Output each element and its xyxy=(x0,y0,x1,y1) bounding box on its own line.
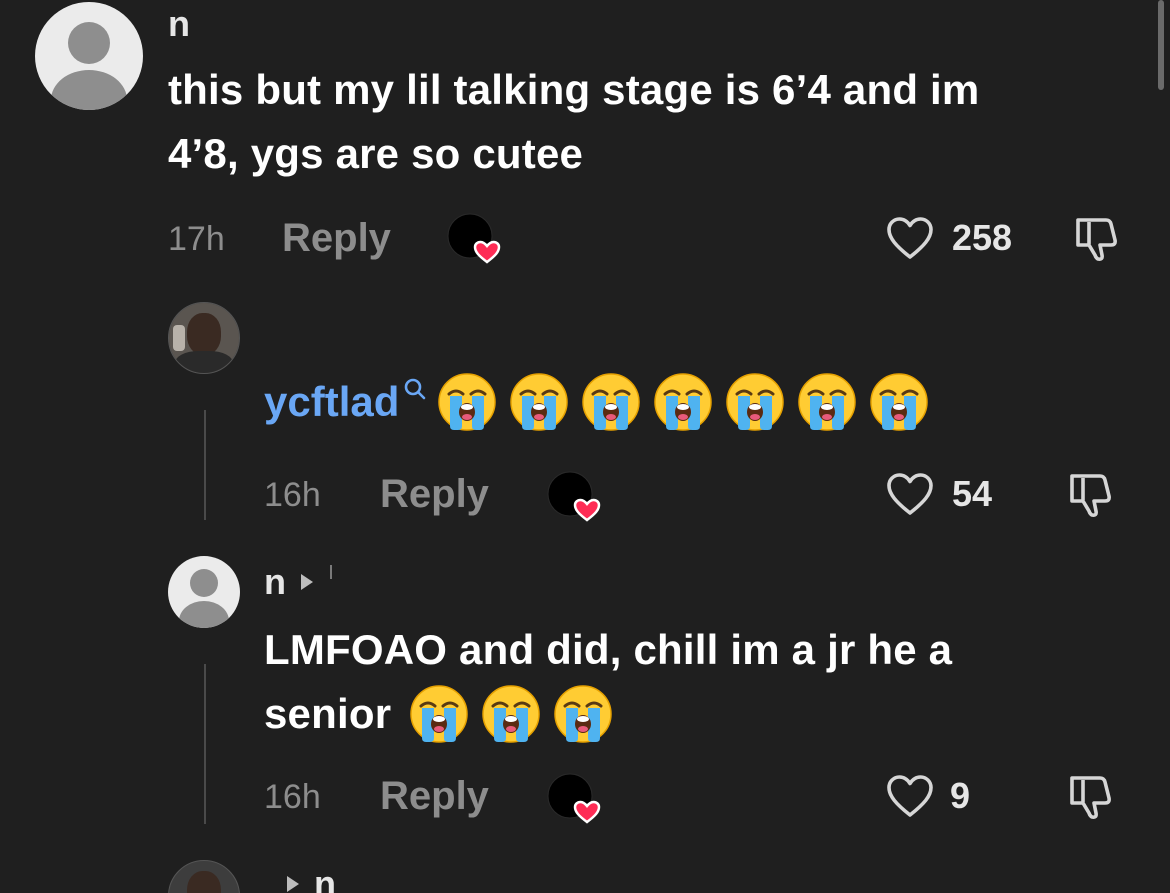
comment-username[interactable]: n xyxy=(168,6,190,42)
creator-heart-badge-icon xyxy=(546,470,604,528)
loudly-crying-face-emoji xyxy=(869,372,929,432)
loudly-crying-face-emoji xyxy=(581,372,641,432)
avatar-body xyxy=(179,601,229,628)
avatar-photo-face xyxy=(187,313,221,355)
comment-text-line: this but my lil talking stage is 6’4 and… xyxy=(168,66,980,113)
play-triangle-icon xyxy=(301,574,313,590)
avatar-head xyxy=(190,569,218,597)
reply-button[interactable]: Reply xyxy=(282,218,391,258)
comment-timestamp: 16h xyxy=(264,778,321,816)
comment-username[interactable]: n xyxy=(264,564,286,600)
avatar-photo-body xyxy=(175,351,233,373)
heart-outline-icon[interactable] xyxy=(886,472,934,516)
reply-header: n xyxy=(264,564,332,600)
loudly-crying-face-emoji xyxy=(509,372,569,432)
reply-button[interactable]: Reply xyxy=(380,474,489,514)
avatar-photo-light xyxy=(173,325,185,351)
creator-heart-badge-icon xyxy=(546,772,604,830)
emoji-row xyxy=(437,372,929,432)
comment-text: this but my lil talking stage is 6’4 and… xyxy=(168,58,1148,186)
like-count: 9 xyxy=(950,775,971,816)
loudly-crying-face-emoji xyxy=(409,684,469,744)
avatar[interactable] xyxy=(168,556,240,628)
reply-button[interactable]: Reply xyxy=(380,776,489,816)
loudly-crying-face-emoji xyxy=(653,372,713,432)
avatar[interactable] xyxy=(35,2,143,110)
comments-screen: n this but my lil talking stage is 6’4 a… xyxy=(0,0,1170,893)
avatar-body xyxy=(51,70,127,110)
like-count: 258 xyxy=(952,217,1013,258)
thread-line xyxy=(204,410,206,520)
avatar[interactable] xyxy=(168,302,240,374)
comment-text-line: LMFOAO and did, chill im a jr he a xyxy=(264,626,953,673)
like-count: 54 xyxy=(952,473,993,514)
loudly-crying-face-emoji xyxy=(797,372,857,432)
reply-header: n xyxy=(284,866,336,893)
play-triangle-icon xyxy=(287,876,299,892)
comment-username[interactable]: ycftlad xyxy=(264,381,399,423)
cursor-mark xyxy=(330,565,332,579)
loudly-crying-face-emoji xyxy=(725,372,785,432)
avatar-head xyxy=(68,22,110,64)
loudly-crying-face-emoji xyxy=(553,684,613,744)
comment-text: LMFOAO and did, chill im a jr he a senio… xyxy=(264,618,1144,746)
loudly-crying-face-emoji xyxy=(437,372,497,432)
avatar-photo-face xyxy=(187,871,221,893)
comment-text-line: 4’8, ygs are so cutee xyxy=(168,130,584,177)
heart-outline-icon[interactable] xyxy=(886,216,934,260)
reply-header: ycftlad xyxy=(264,370,929,434)
search-icon[interactable] xyxy=(403,377,427,401)
loudly-crying-face-emoji xyxy=(481,684,541,744)
thumbs-down-icon[interactable] xyxy=(1066,772,1118,820)
thumbs-down-icon[interactable] xyxy=(1066,470,1118,518)
comment-timestamp: 16h xyxy=(264,476,321,514)
avatar[interactable] xyxy=(168,860,240,893)
creator-heart-badge-icon xyxy=(446,212,504,270)
emoji-row xyxy=(409,684,613,744)
comment-text-line: senior xyxy=(264,682,1144,746)
scrollbar[interactable] xyxy=(1158,0,1164,90)
comment-username[interactable]: n xyxy=(314,866,336,893)
comment-timestamp: 17h xyxy=(168,220,225,258)
comment-text-fragment: senior xyxy=(264,690,392,737)
thread-line xyxy=(204,664,206,824)
thumbs-down-icon[interactable] xyxy=(1072,214,1124,262)
heart-outline-icon[interactable] xyxy=(886,774,934,818)
